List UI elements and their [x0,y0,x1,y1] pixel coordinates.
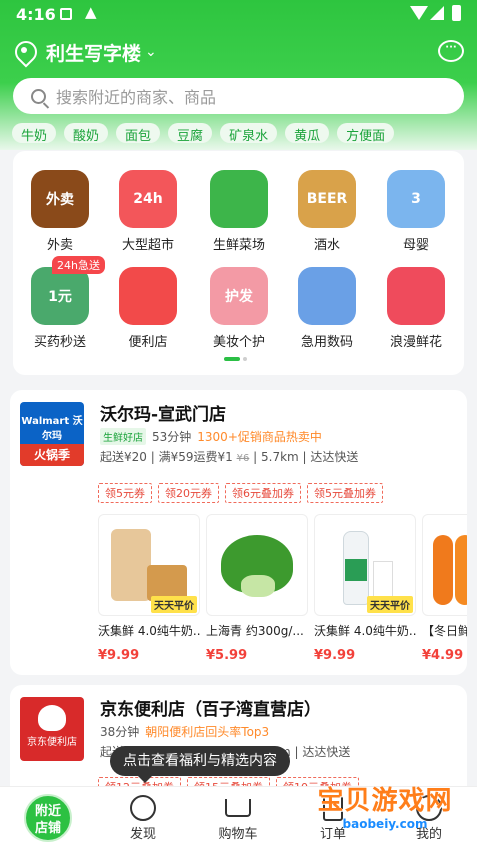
store-name[interactable]: 沃尔玛-宣武门店 [100,400,226,425]
category-item[interactable]: 外卖 外卖 [16,170,104,253]
tag-item[interactable]: 矿泉水 [220,123,278,144]
store-fees: 起送¥20 | 满¥59运费¥1 ¥6 | 5.7km | 达达快送 [100,450,359,464]
category-item[interactable]: 生鲜菜场 [195,170,283,253]
rose-icon [387,267,445,325]
product-title: 【冬日鲜 [422,624,467,638]
product-title: 上海青 约300g/... [206,624,304,638]
carrot-icon [422,514,467,616]
hot-search-tags: 牛奶 酸奶 面包 豆腐 矿泉水 黄瓜 方便面 [12,123,395,144]
coupon[interactable]: 领20元券 [158,483,219,503]
cart-icon [225,799,251,817]
tag-item[interactable]: 黄瓜 [285,123,330,144]
battery-icon [452,5,461,21]
beer-icon: BEER [298,170,356,228]
status-time: 4:16 [16,5,56,24]
product-card[interactable]: 上海青 约300g/... ¥5.99 [206,514,308,663]
basket-icon [119,267,177,325]
category-label: 美妆个护 [212,335,265,350]
signal-icon [430,6,444,20]
category-item[interactable]: 1元买药秒送 [16,267,104,350]
category-label: 买药秒送 [33,335,86,350]
tab-discover[interactable]: 发现 [108,787,178,842]
takeout-icon: 外卖 [31,170,89,228]
store-logo: 京东便利店 [20,697,84,761]
status-bar: 4:16 ▲ [0,0,477,28]
medicine-icon: 1元 [31,267,89,325]
milk-bottle-icon: 天天平价 [314,514,416,616]
store-logo: Walmart 沃尔玛 火锅季 [20,402,84,466]
wifi-icon [410,6,428,20]
location-name: 利生写字楼 [46,42,142,65]
coupon-list: 领5元券 领20元券 领6元叠加券 领5元叠加券 [98,483,383,503]
store-name[interactable]: 京东便利店（百子湾直营店） [100,695,321,720]
category-label: 大型超市 [121,238,174,253]
category-item[interactable]: 24h 大型超市 [104,170,192,253]
product-price: ¥9.99 [314,648,356,663]
search-icon [31,88,46,104]
category-label: 酒水 [313,238,340,253]
category-item[interactable]: BEER 酒水 [283,170,371,253]
location-pin-icon [14,41,34,63]
location-selector[interactable]: 利生写字楼 ⌄ [14,38,157,66]
store-meta: 38分钟 朝阳便利店回头率Top3 [100,725,270,739]
tag-item[interactable]: 牛奶 [12,123,57,144]
search-placeholder: 搜索附近的商家、商品 [56,88,217,107]
broccoli-icon [210,170,268,228]
phone-icon [298,267,356,325]
compass-icon [130,795,156,821]
express-badge: 24h急送 [52,256,105,274]
watermark-logo: 宝贝游戏网 baobeiy.com [317,786,453,831]
milk-powder-icon: 3 [387,170,445,228]
chevron-down-icon: ⌄ [145,44,157,60]
product-card[interactable]: 天天平价 沃集鲜 4.0纯牛奶... ¥9.99 [314,514,416,663]
category-label: 急用数码 [300,335,353,350]
tooltip[interactable]: 点击查看福利与精选内容 [110,746,290,783]
product-title: 沃集鲜 4.0纯牛奶... [98,624,200,638]
category-label: 生鲜菜场 [212,238,265,253]
category-item[interactable]: 浪漫鲜花 [372,267,460,350]
tag-item[interactable]: 方便面 [337,123,395,144]
bread-milk-icon: 天天平价 [98,514,200,616]
search-input[interactable]: 搜索附近的商家、商品 [13,78,464,114]
notification-icon [60,8,72,20]
product-price: ¥9.99 [98,648,140,663]
cosmetics-icon: 护发 [210,267,268,325]
category-label: 外卖 [46,238,73,253]
category-item[interactable]: 护发 美妆个护 [195,267,283,350]
coupon[interactable]: 领5元叠加券 [307,483,383,503]
tag-item[interactable]: 面包 [116,123,161,144]
category-item[interactable]: 急用数码 [283,267,371,350]
product-card[interactable]: 【冬日鲜 ¥4.99 [422,514,467,663]
product-card[interactable]: 天天平价 沃集鲜 4.0纯牛奶... ¥9.99 [98,514,200,663]
product-title: 沃集鲜 4.0纯牛奶... [314,624,416,638]
supermarket-icon: 24h [119,170,177,228]
warning-icon: ▲ [85,3,97,21]
product-list: 天天平价 沃集鲜 4.0纯牛奶... ¥9.99 上海青 约300g/... ¥… [98,514,467,663]
coupon[interactable]: 领6元叠加券 [225,483,301,503]
page-indicator [224,357,247,361]
tab-nearby-stores[interactable]: 附近店铺 [24,794,72,842]
tab-cart[interactable]: 购物车 [203,787,273,842]
product-price: ¥4.99 [422,648,464,663]
category-label: 浪漫鲜花 [389,335,442,350]
category-label: 母婴 [402,238,429,253]
store-card-walmart[interactable]: Walmart 沃尔玛 火锅季 沃尔玛-宣武门店 生鲜好店 53分钟 1300+促销… [10,390,467,675]
message-icon[interactable]: ··· [438,40,464,62]
category-label: 便利店 [128,335,168,350]
category-item[interactable]: 便利店 [104,267,192,350]
tag-item[interactable]: 酸奶 [64,123,109,144]
store-meta: 生鲜好店 53分钟 1300+促销商品热卖中 [100,428,322,445]
bok-choy-icon [206,514,308,616]
category-item[interactable]: 3 母婴 [372,170,460,253]
coupon[interactable]: 领5元券 [98,483,152,503]
tag-item[interactable]: 豆腐 [168,123,213,144]
product-price: ¥5.99 [206,648,248,663]
